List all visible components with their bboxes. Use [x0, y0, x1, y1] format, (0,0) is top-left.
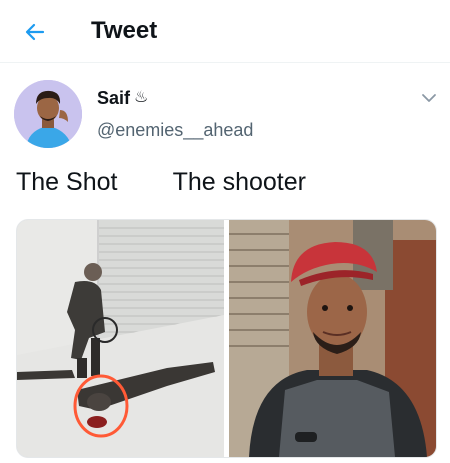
hot-springs-emoji-icon: ♨ — [134, 89, 149, 106]
arrow-left-icon — [25, 23, 45, 41]
back-button[interactable] — [18, 15, 52, 49]
avatar[interactable] — [14, 80, 82, 148]
tweet-media[interactable] — [16, 219, 437, 458]
author-display-name[interactable]: Saif — [97, 86, 130, 110]
photo-shooter[interactable] — [229, 220, 436, 457]
tweet-menu-button[interactable] — [418, 90, 440, 106]
photo-shot[interactable] — [17, 220, 224, 457]
chevron-down-icon — [422, 94, 436, 102]
tweet-text: The Shot The shooter — [16, 168, 306, 196]
author-handle[interactable]: @enemies__ahead — [97, 118, 253, 142]
tweet-header: Tweet — [0, 0, 450, 63]
page-title: Tweet — [91, 17, 158, 44]
